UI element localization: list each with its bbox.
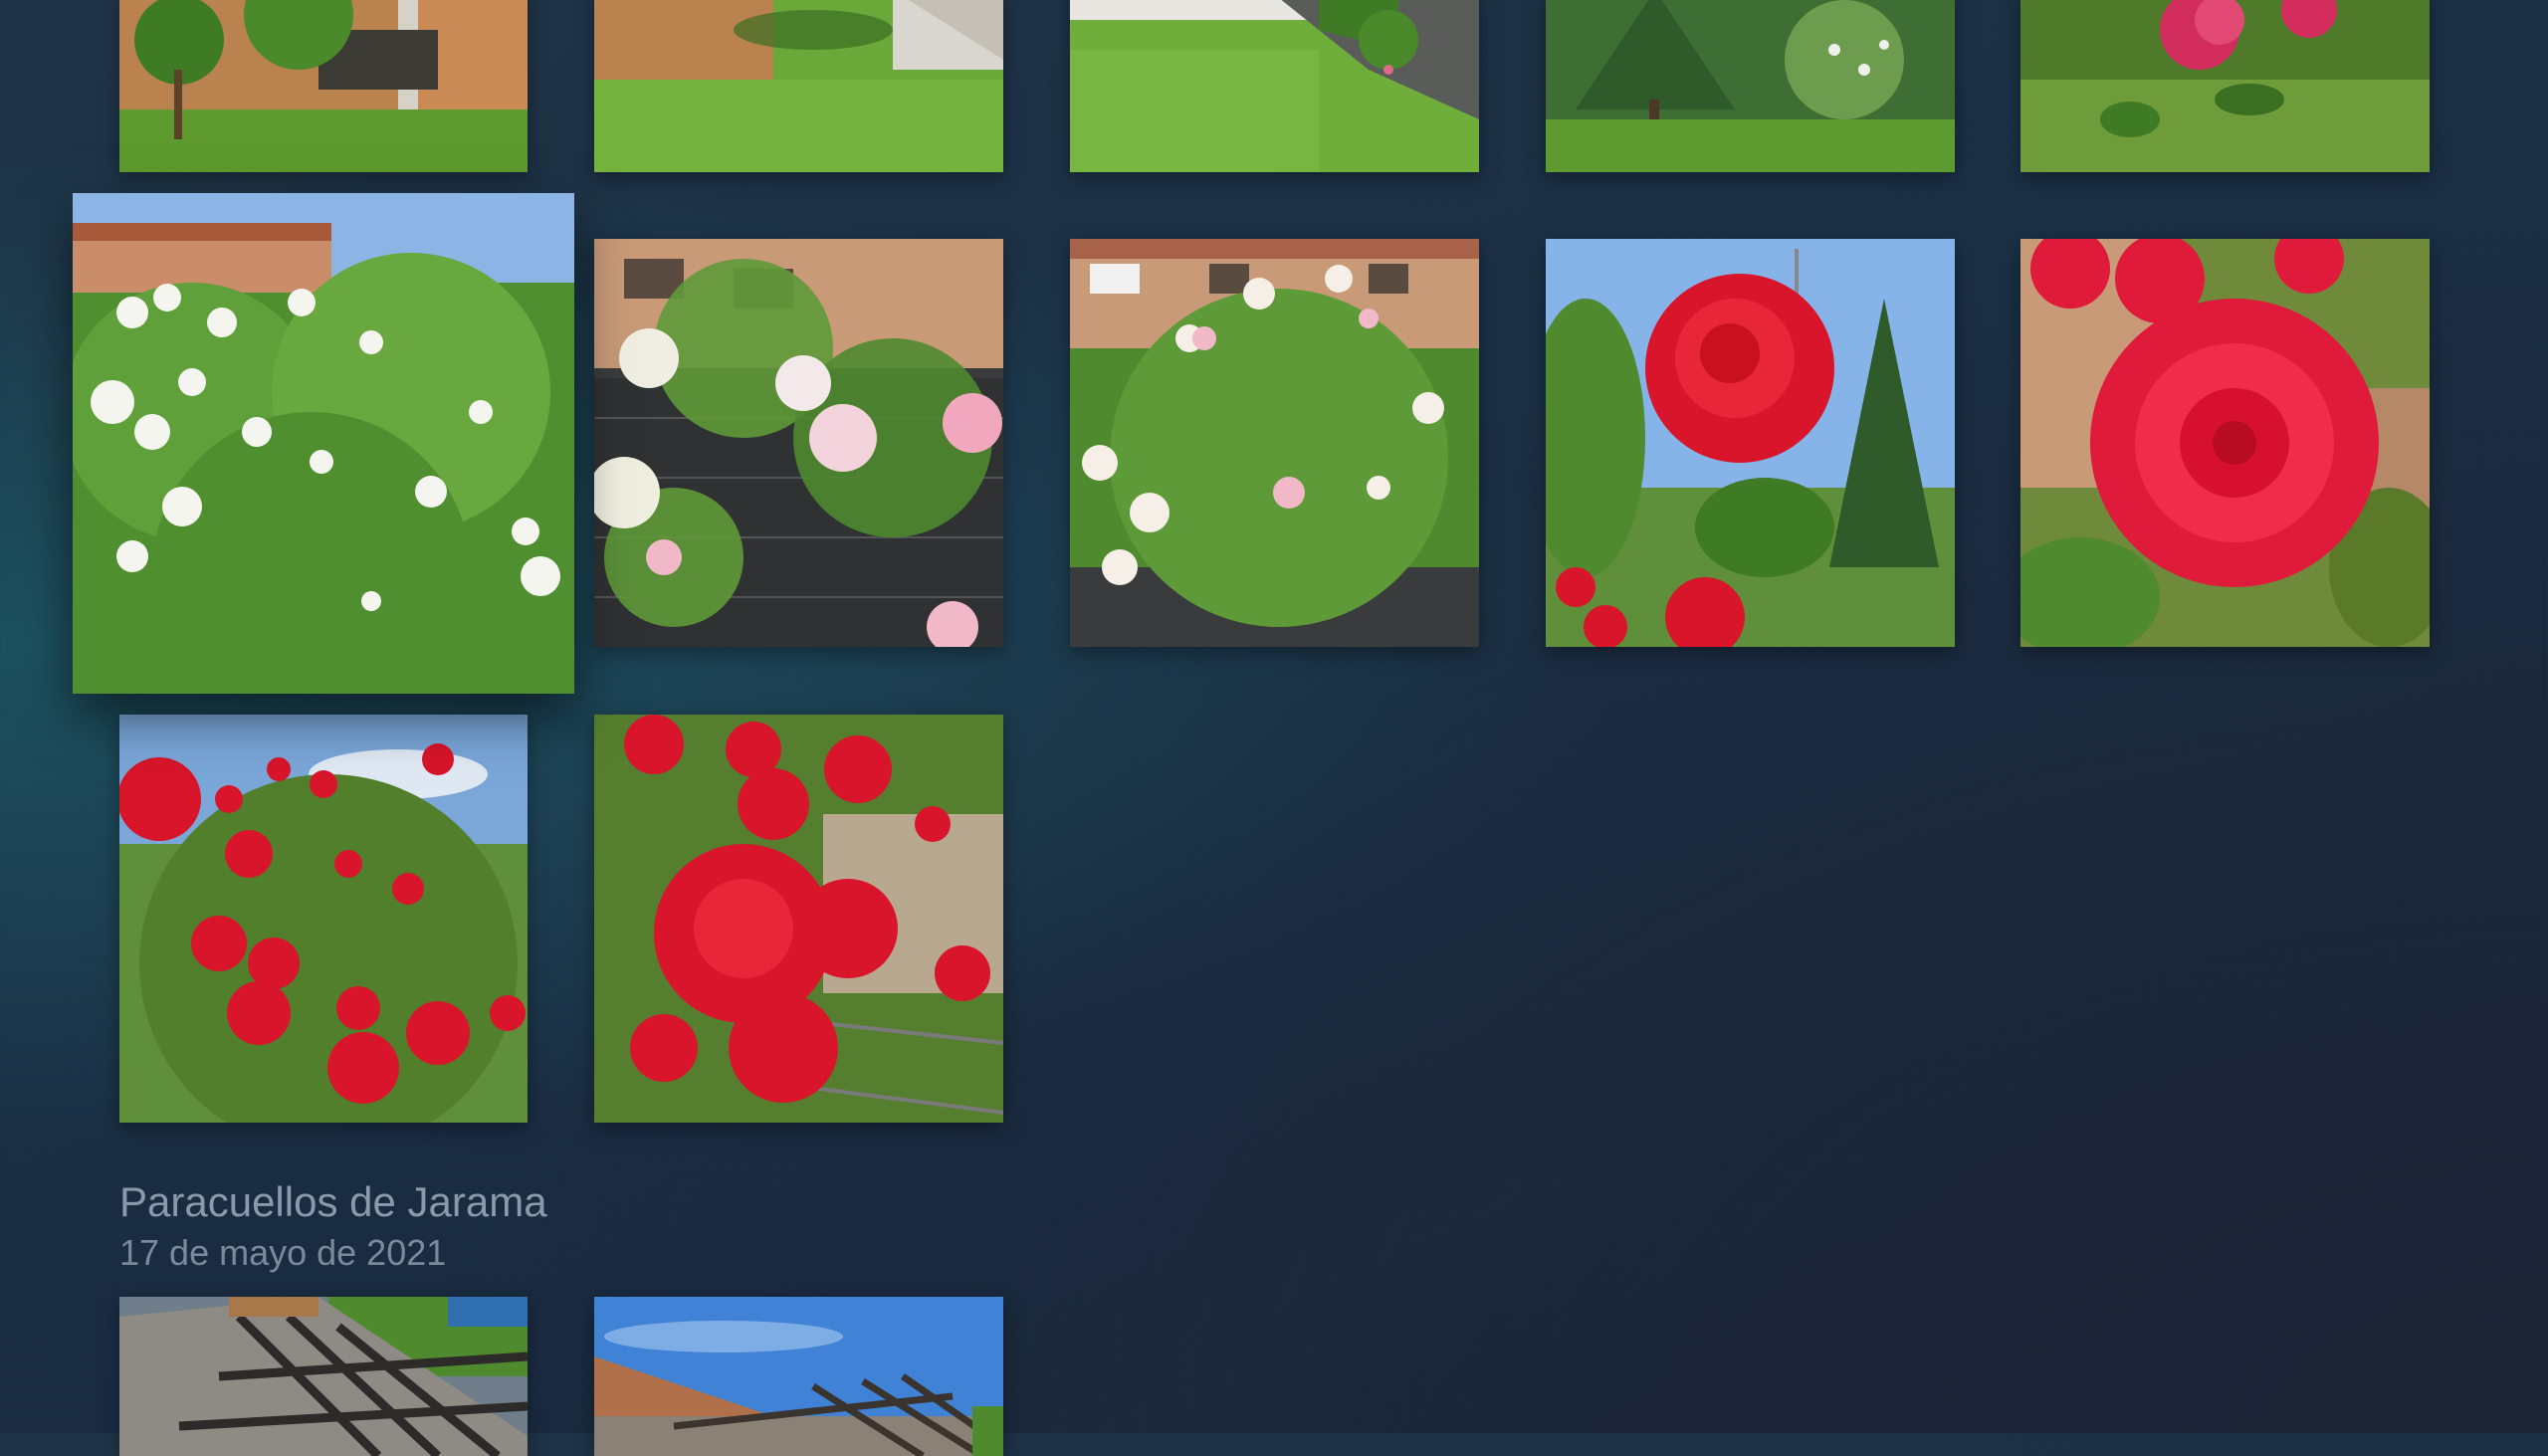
photo-image [1070,0,1479,172]
photo-thumbnail-garden-patio-tree[interactable] [119,0,528,172]
photo-thumbnail-red-rose-closeup[interactable] [2020,239,2430,647]
photo-image [119,1297,528,1456]
photo-thumbnail-pink-white-roses-fence[interactable] [594,239,1003,647]
photo-image [1546,239,1955,647]
photo-image [119,715,528,1123]
photo-thumbnail-garden-lawn-path[interactable] [594,0,1003,172]
photo-thumbnail-pergola-roof[interactable] [119,1297,528,1456]
photo-thumbnail-red-rose-sky[interactable] [1546,239,1955,647]
photo-image [594,0,1003,172]
section-header: Paracuellos de Jarama 17 de mayo de 2021 [119,1174,547,1276]
photo-thumbnail-white-roses-bush[interactable] [73,193,574,694]
photo-thumbnail-pink-roses-lawn[interactable] [2020,0,2430,172]
photo-image [73,193,574,694]
photo-image [594,1297,1003,1456]
photo-image [1070,239,1479,647]
photo-image [2020,239,2430,647]
photo-image [1546,0,1955,172]
photo-thumbnail-red-roses-bush-sky[interactable] [119,715,528,1123]
section-date: 17 de mayo de 2021 [119,1232,447,1273]
photo-image [594,715,1003,1123]
photo-image [594,239,1003,647]
photo-thumbnail-climbing-roses-houses[interactable] [1070,239,1479,647]
photo-thumbnail-red-roses-cluster[interactable] [594,715,1003,1123]
photo-thumbnail-garden-lawn-fence[interactable] [1070,0,1479,172]
photo-image [2020,0,2430,172]
photo-image [119,0,528,172]
section-title: Paracuellos de Jarama [119,1178,547,1225]
photo-thumbnail-pergola-sky[interactable] [594,1297,1003,1456]
photo-thumbnail-garden-conifer[interactable] [1546,0,1955,172]
